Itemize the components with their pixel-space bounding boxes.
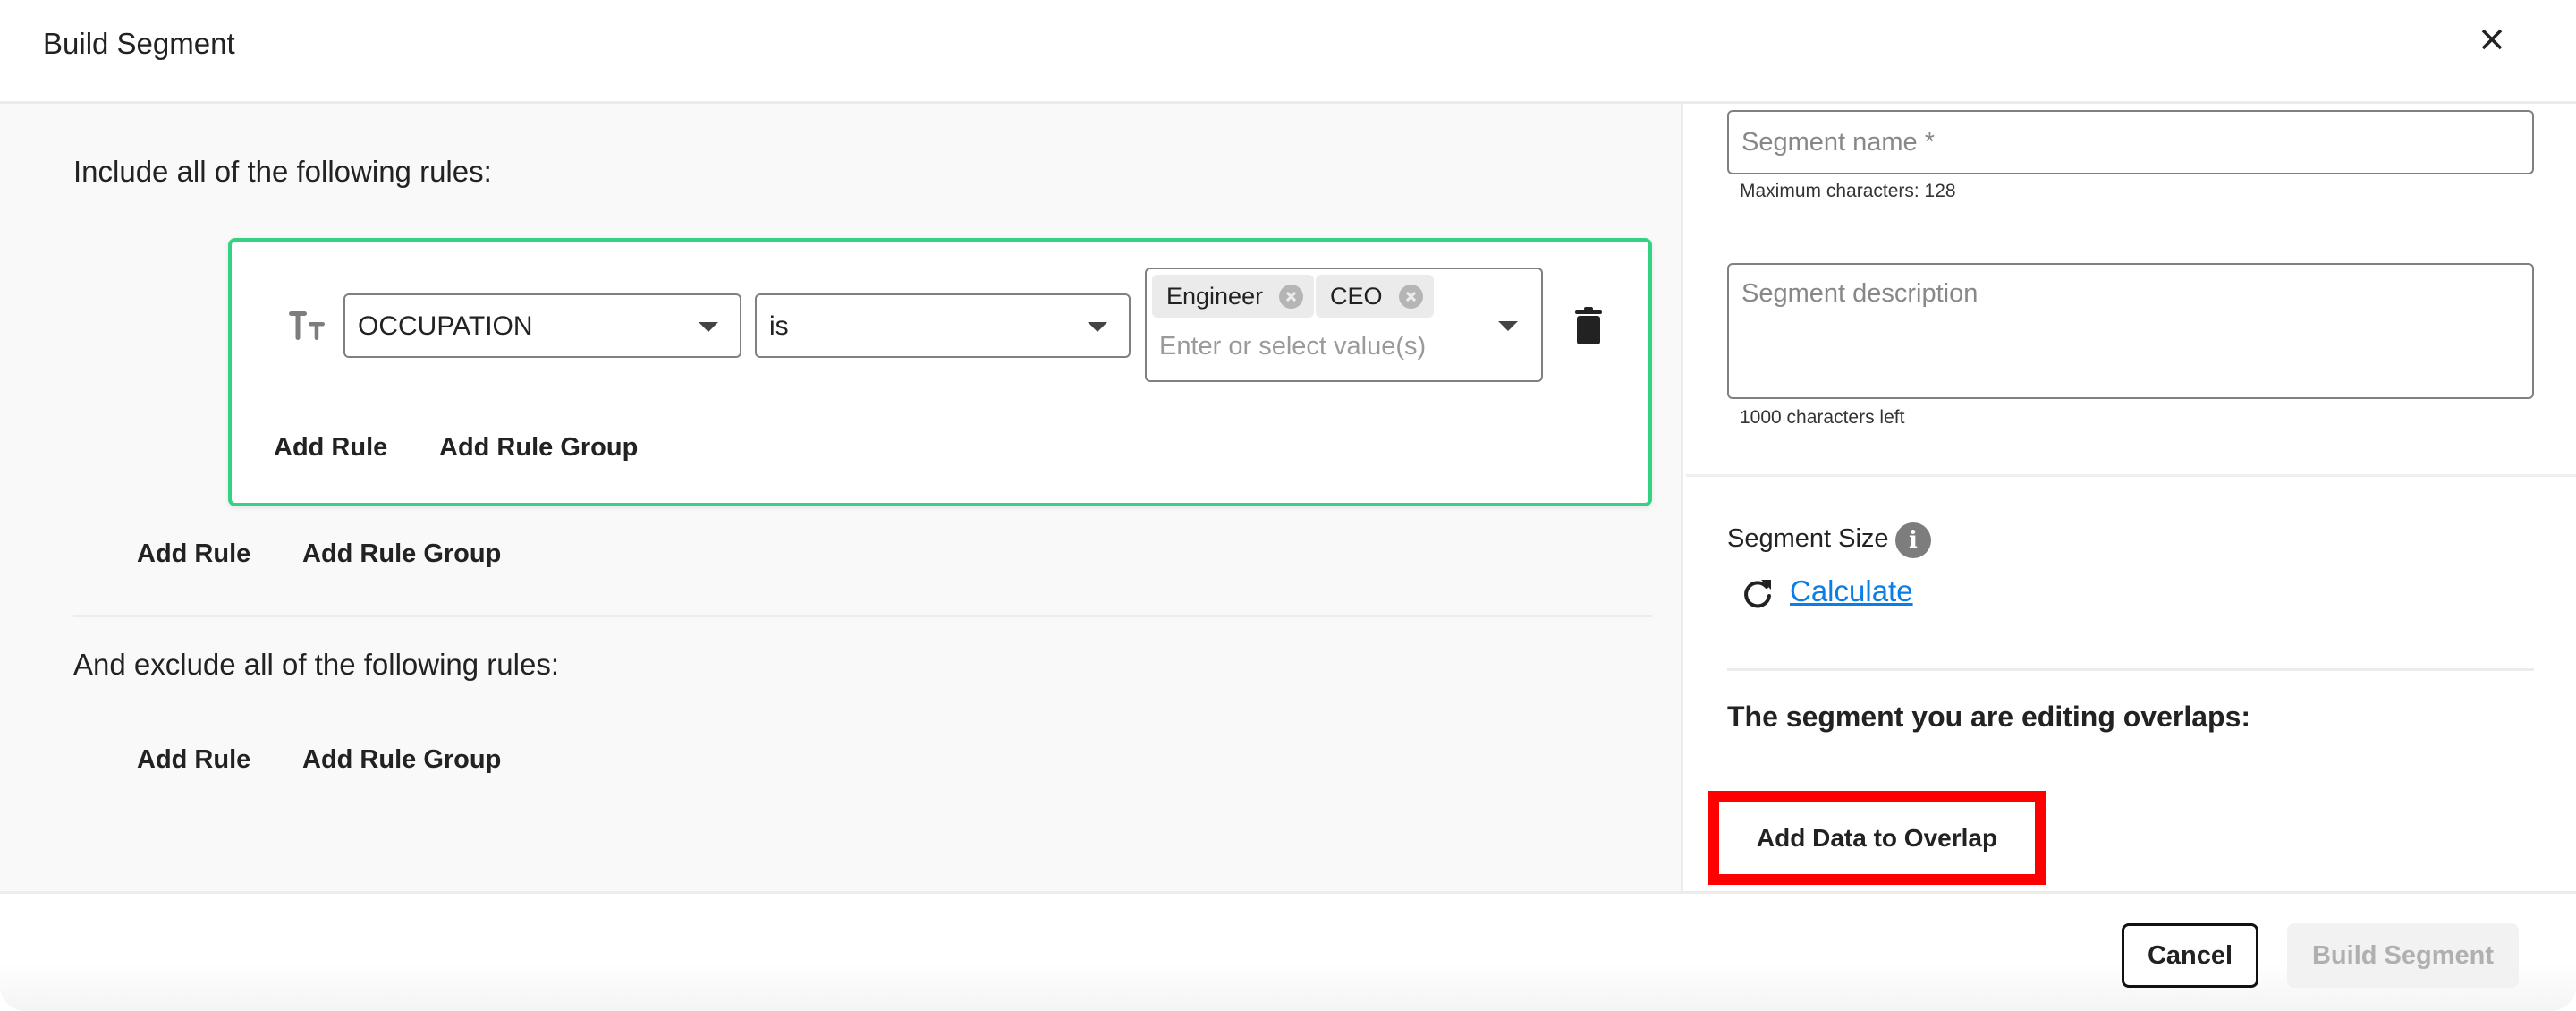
segment-details-panel: Maximum characters: 128 1000 characters … <box>1686 104 2576 891</box>
refresh-icon[interactable] <box>1740 576 1775 612</box>
modal-footer: Cancel Build Segment <box>0 891 2576 1011</box>
value-chip: CEO <box>1316 275 1434 318</box>
operator-select-value: is <box>769 311 789 341</box>
delete-rule-button[interactable] <box>1573 306 1604 345</box>
rules-panel: Include all of the following rules: OCCU… <box>0 104 1683 891</box>
info-icon[interactable]: i <box>1895 522 1931 558</box>
close-icon <box>2481 29 2503 50</box>
modal-header: Build Segment <box>0 0 2576 104</box>
build-segment-modal: Build Segment Include all of the followi… <box>0 0 2576 1011</box>
attribute-select-value: OCCUPATION <box>358 311 533 341</box>
section-divider <box>73 615 1652 617</box>
include-add-rule-button[interactable]: Add Rule <box>137 539 250 569</box>
segment-description-help: 1000 characters left <box>1740 407 1905 428</box>
values-input-placeholder[interactable]: Enter or select value(s) <box>1159 332 1426 361</box>
rule-group: OCCUPATION is Engineer CEO Enter or sele… <box>228 238 1652 506</box>
exclude-add-rule-button[interactable]: Add Rule <box>137 745 250 775</box>
operator-select[interactable]: is <box>755 293 1131 358</box>
cancel-button[interactable]: Cancel <box>2122 923 2258 988</box>
segment-description-input[interactable] <box>1727 263 2534 399</box>
remove-chip-icon[interactable] <box>1398 284 1423 309</box>
chevron-down-icon[interactable] <box>1498 321 1518 331</box>
overlap-heading: The segment you are editing overlaps: <box>1727 701 2251 733</box>
text-type-icon <box>287 306 332 342</box>
values-multiselect[interactable]: Engineer CEO Enter or select value(s) <box>1145 268 1543 382</box>
chevron-down-icon <box>1088 322 1107 332</box>
group-add-rule-button[interactable]: Add Rule <box>274 433 387 463</box>
value-chip-label: Engineer <box>1166 282 1264 310</box>
segment-size-label: Segment Size <box>1727 524 1889 553</box>
include-rules-label: Include all of the following rules: <box>73 155 492 188</box>
chevron-down-icon <box>699 322 718 332</box>
segment-name-input[interactable] <box>1727 110 2534 174</box>
attribute-select[interactable]: OCCUPATION <box>343 293 741 358</box>
section-divider <box>1727 668 2534 671</box>
add-data-to-overlap-button[interactable]: Add Data to Overlap <box>1708 791 2046 885</box>
section-divider <box>1686 474 2576 477</box>
value-chip: Engineer <box>1152 275 1315 318</box>
value-chip-label: CEO <box>1330 282 1383 310</box>
build-segment-button[interactable]: Build Segment <box>2287 923 2519 988</box>
close-button[interactable] <box>2474 21 2510 57</box>
remove-chip-icon[interactable] <box>1279 284 1304 309</box>
group-add-rule-group-button[interactable]: Add Rule Group <box>439 433 638 463</box>
exclude-rules-label: And exclude all of the following rules: <box>73 648 559 681</box>
include-add-rule-group-button[interactable]: Add Rule Group <box>302 539 501 569</box>
trash-icon <box>1575 307 1602 344</box>
calculate-link[interactable]: Calculate <box>1790 574 1913 608</box>
exclude-add-rule-group-button[interactable]: Add Rule Group <box>302 745 501 775</box>
segment-name-help: Maximum characters: 128 <box>1740 181 1956 201</box>
modal-title: Build Segment <box>43 27 235 60</box>
